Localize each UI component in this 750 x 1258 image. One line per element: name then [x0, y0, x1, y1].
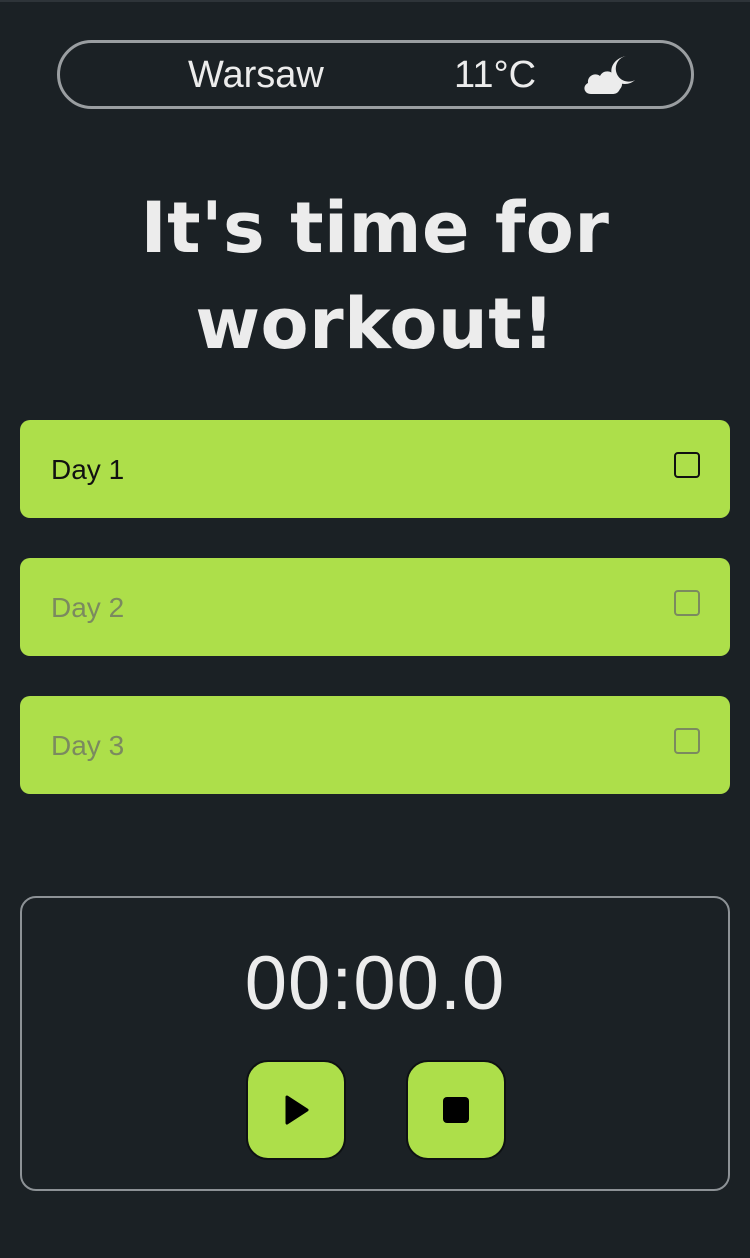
play-icon [285, 1095, 309, 1125]
workout-page: Warsaw 11°C It's time for workout! Day 1… [0, 0, 750, 1258]
day-item-1[interactable]: Day 1 [20, 420, 730, 518]
page-title: It's time for workout! [0, 180, 750, 372]
day-2-checkbox[interactable] [674, 590, 700, 616]
day-label: Day 3 [51, 730, 125, 761]
page-title-line-1: It's time for [140, 187, 610, 269]
day-1-checkbox[interactable] [674, 452, 700, 478]
stop-icon [443, 1097, 469, 1123]
weather-temperature: 11°C [454, 54, 537, 96]
day-label: Day 2 [51, 592, 125, 623]
play-button[interactable] [246, 1060, 346, 1160]
weather-city: Warsaw [188, 54, 324, 96]
stopwatch-panel: 00:00.0 [20, 896, 730, 1191]
page-title-line-2: workout! [195, 283, 555, 365]
stop-button[interactable] [406, 1060, 506, 1160]
weather-widget: Warsaw 11°C [57, 40, 694, 109]
cloud-moon-icon [582, 53, 636, 97]
day-3-checkbox[interactable] [674, 728, 700, 754]
day-item-3[interactable]: Day 3 [20, 696, 730, 794]
timer-display: 00:00.0 [244, 941, 506, 1026]
day-item-2[interactable]: Day 2 [20, 558, 730, 656]
day-label: Day 1 [51, 454, 125, 485]
